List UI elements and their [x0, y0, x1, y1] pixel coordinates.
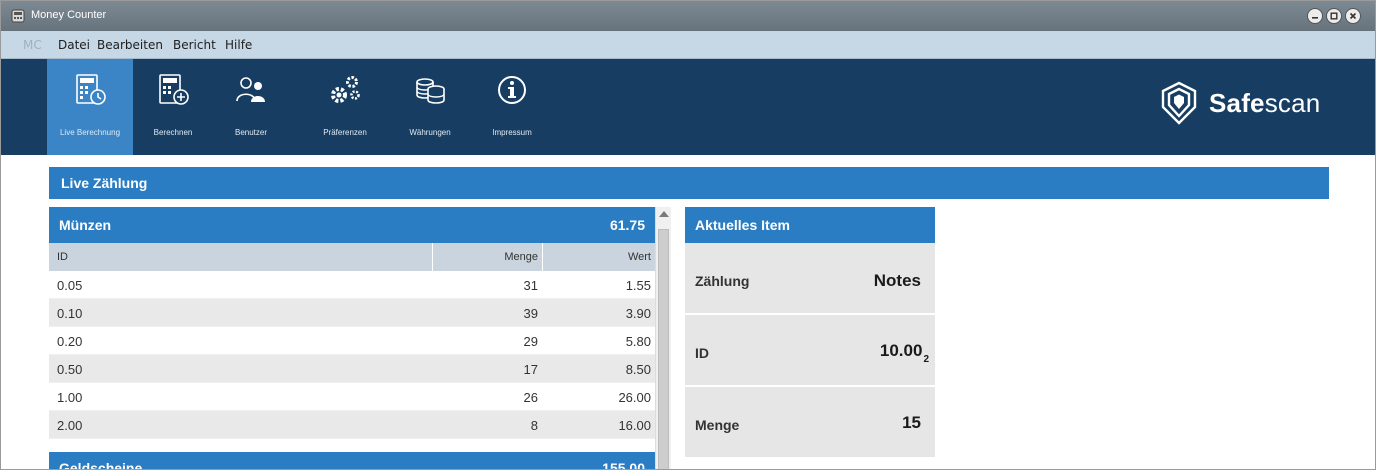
- coins-table: Münzen 61.75 ID Menge Wert 0.05 31 1.55 …: [49, 207, 655, 439]
- cell-menge: 29: [523, 334, 538, 349]
- current-row-id: ID 10.002: [685, 315, 935, 387]
- section-title: Live Zählung: [49, 167, 1329, 199]
- maximize-button[interactable]: [1326, 8, 1342, 24]
- info-icon: [495, 73, 529, 107]
- users-icon: [234, 73, 268, 107]
- table-row[interactable]: 0.20 29 5.80: [49, 327, 655, 355]
- menu-bericht[interactable]: Bericht: [173, 38, 216, 52]
- safescan-logo-icon: [1161, 81, 1197, 125]
- tool-waehrungen[interactable]: Währungen: [397, 59, 463, 155]
- current-row-menge: Menge 15: [685, 387, 935, 459]
- coins-title: Münzen: [59, 217, 112, 233]
- column-header-menge[interactable]: Menge: [432, 243, 542, 271]
- current-key: Menge: [695, 417, 740, 433]
- coins-icon: [413, 73, 447, 107]
- table-row[interactable]: 0.50 17 8.50: [49, 355, 655, 383]
- app-icon: [11, 9, 25, 23]
- bills-total: 155.00: [602, 460, 645, 470]
- brand-name: Safescan: [1209, 88, 1320, 119]
- column-headers: ID Menge Wert: [49, 243, 655, 271]
- current-value: 10.00: [879, 341, 923, 360]
- column-header-wert[interactable]: Wert: [542, 243, 655, 271]
- bills-title: Geldscheine: [59, 460, 143, 470]
- live-calc-icon: [73, 73, 107, 107]
- tool-label: Live Berechnung: [59, 128, 121, 137]
- cell-wert: 3.90: [625, 306, 651, 321]
- cell-id: 2.00: [57, 418, 83, 433]
- cell-menge: 17: [523, 362, 538, 377]
- brand-name-bold: Safe: [1209, 87, 1265, 118]
- close-button[interactable]: [1345, 8, 1361, 24]
- calculator-icon: [156, 73, 190, 107]
- table-row[interactable]: 2.00 8 16.00: [49, 411, 655, 439]
- cell-wert: 8.50: [625, 362, 651, 377]
- cell-menge: 39: [523, 306, 538, 321]
- current-row-zaehlung: Zählung Notes: [685, 243, 935, 315]
- cell-wert: 1.55: [625, 278, 651, 293]
- safescan-logo: Safescan: [1157, 81, 1320, 125]
- tool-berechnen[interactable]: Berechnen: [139, 59, 207, 155]
- scrollbar-thumb[interactable]: [658, 229, 669, 469]
- tool-label: Benutzer: [234, 128, 268, 137]
- cell-id: 0.10: [57, 306, 83, 321]
- current-value-sub: 2: [923, 354, 929, 365]
- title-bar[interactable]: Money Counter: [1, 1, 1375, 31]
- coins-total: 61.75: [609, 217, 645, 233]
- tool-label: Währungen: [409, 128, 451, 137]
- toolbar: Live Berechnung Berechnen Benutzer Präfe…: [1, 59, 1375, 155]
- menu-bearbeiten[interactable]: Bearbeiten: [97, 38, 163, 52]
- current-item-panel: Aktuelles Item Zählung Notes ID 10.002 M…: [685, 207, 935, 459]
- brand-name-regular: scan: [1264, 87, 1321, 118]
- bills-header[interactable]: Geldscheine 155.00: [49, 452, 655, 470]
- tool-label: Impressum: [492, 128, 532, 137]
- coins-header[interactable]: Münzen 61.75: [49, 207, 655, 243]
- cell-id: 1.00: [57, 390, 83, 405]
- app-window: Money Counter MC Datei Bearbeiten Berich…: [0, 0, 1376, 470]
- cell-wert: 5.80: [625, 334, 651, 349]
- tool-benutzer[interactable]: Benutzer: [219, 59, 283, 155]
- tool-live-berechnung[interactable]: Live Berechnung: [47, 59, 133, 155]
- table-row[interactable]: 0.05 31 1.55: [49, 271, 655, 299]
- tool-label: Präferenzen: [323, 128, 367, 137]
- vertical-scrollbar[interactable]: [655, 207, 671, 469]
- gears-icon: [328, 73, 362, 107]
- current-value-wrap: 10.002: [879, 341, 929, 365]
- menu-datei[interactable]: Datei: [58, 38, 90, 52]
- coins-rows: 0.05 31 1.55 0.10 39 3.90 0.20 29 5.80 0…: [49, 271, 655, 439]
- tool-label: Berechnen: [153, 128, 193, 137]
- cell-wert: 26.00: [618, 390, 651, 405]
- current-value: 15: [902, 413, 921, 432]
- current-item-title: Aktuelles Item: [685, 207, 935, 243]
- table-row[interactable]: 0.10 39 3.90: [49, 299, 655, 327]
- window-title: Money Counter: [31, 9, 107, 21]
- scroll-up-icon[interactable]: [659, 211, 669, 217]
- cell-menge: 8: [530, 418, 538, 433]
- cell-id: 0.50: [57, 362, 83, 377]
- cell-menge: 31: [523, 278, 538, 293]
- current-value: Notes: [873, 271, 921, 290]
- current-key: Zählung: [695, 273, 750, 289]
- tool-impressum[interactable]: Impressum: [479, 59, 545, 155]
- main-content: Live Zählung Münzen 61.75 ID Menge Wert …: [1, 155, 1375, 470]
- tool-praeferenzen[interactable]: Präferenzen: [307, 59, 383, 155]
- column-header-id[interactable]: ID: [57, 251, 68, 263]
- current-key: ID: [695, 345, 709, 361]
- cell-id: 0.05: [57, 278, 83, 293]
- menu-bar: MC Datei Bearbeiten Bericht Hilfe: [1, 31, 1375, 59]
- minimize-button[interactable]: [1307, 8, 1323, 24]
- cell-id: 0.20: [57, 334, 83, 349]
- menu-hilfe[interactable]: Hilfe: [225, 38, 252, 52]
- cell-menge: 26: [523, 390, 538, 405]
- table-row[interactable]: 1.00 26 26.00: [49, 383, 655, 411]
- cell-wert: 16.00: [618, 418, 651, 433]
- menu-logo: MC: [23, 38, 42, 52]
